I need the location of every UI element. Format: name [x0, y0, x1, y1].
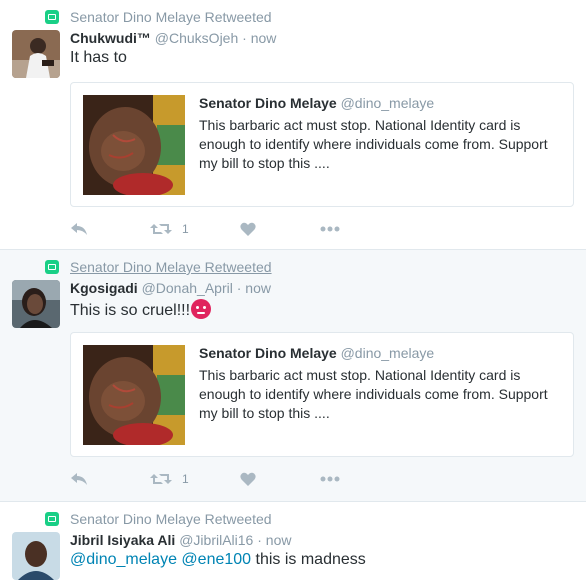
separator: · — [242, 30, 247, 46]
retweeted-icon — [45, 512, 59, 526]
more-button[interactable] — [320, 476, 340, 482]
retweet-context: Senator Dino Melaye Retweeted — [45, 9, 272, 25]
quoted-author-name[interactable]: Senator Dino Melaye — [199, 95, 337, 111]
avatar[interactable] — [12, 280, 60, 328]
quoted-author-handle[interactable]: @dino_melaye — [341, 345, 435, 361]
reply-icon — [71, 473, 87, 485]
mention-link[interactable]: @dino_melaye — [70, 551, 177, 568]
retweet-context-label[interactable]: Senator Dino Melaye Retweeted — [70, 259, 272, 275]
tweet-header: Kgosigadi @Donah_April · now — [70, 280, 271, 296]
quoted-author-handle[interactable]: @dino_melaye — [341, 95, 435, 111]
tweet-header: Chukwudi™ @ChuksOjeh · now — [70, 30, 276, 46]
reply-button[interactable] — [70, 222, 150, 236]
tweet-actions: 1 — [70, 219, 340, 239]
timestamp[interactable]: now — [251, 30, 277, 46]
retweeted-icon — [45, 260, 59, 274]
retweet-button[interactable]: 1 — [150, 222, 240, 236]
more-icon — [320, 476, 340, 482]
tweet-actions: 1 — [70, 469, 340, 489]
retweet-count: 1 — [182, 222, 189, 236]
like-button[interactable] — [240, 222, 320, 236]
like-button[interactable] — [240, 472, 320, 486]
author-name[interactable]: Chukwudi™ — [70, 30, 151, 46]
reply-icon — [71, 223, 87, 235]
author-handle[interactable]: @JibrilAli16 — [179, 532, 253, 548]
retweet-context-label[interactable]: Senator Dino Melaye Retweeted — [70, 9, 272, 25]
quoted-tweet-photo[interactable] — [83, 345, 185, 445]
mention-link[interactable]: @ene100 — [181, 551, 251, 568]
tweet[interactable]: Senator Dino Melaye Retweeted Jibril Isi… — [0, 502, 586, 580]
quoted-tweet-photo[interactable] — [83, 95, 185, 195]
quoted-tweet-header: Senator Dino Melaye @dino_melaye — [199, 345, 434, 361]
retweet-icon — [150, 474, 172, 484]
retweet-icon — [150, 224, 172, 234]
quoted-tweet-header: Senator Dino Melaye @dino_melaye — [199, 95, 434, 111]
quoted-tweet-text: This barbaric act must stop. National Id… — [199, 367, 548, 421]
tweet[interactable]: Senator Dino Melaye Retweeted Chukwudi™ … — [0, 0, 586, 250]
author-handle[interactable]: @ChuksOjeh — [155, 30, 238, 46]
tweet-text: this is madness — [251, 551, 366, 568]
more-button[interactable] — [320, 226, 340, 232]
separator: · — [257, 532, 262, 548]
tweet-text-line: @dino_melaye @ene100 this is madness — [70, 551, 366, 569]
separator: · — [236, 280, 242, 296]
retweet-count: 1 — [182, 472, 189, 486]
tweet-text: This is so cruel!!! — [70, 302, 191, 319]
retweeted-icon — [45, 10, 59, 24]
tweet-header: Jibril Isiyaka Ali @JibrilAli16 · now — [70, 532, 291, 548]
avatar[interactable] — [12, 30, 60, 78]
avatar[interactable] — [12, 532, 60, 580]
angry-face-icon — [191, 299, 212, 319]
like-icon — [240, 472, 256, 486]
reply-button[interactable] — [70, 472, 150, 486]
tweet-text: It has to — [70, 49, 127, 66]
tweet[interactable]: Senator Dino Melaye Retweeted Kgosigadi … — [0, 250, 586, 502]
retweet-button[interactable]: 1 — [150, 472, 240, 486]
quoted-tweet-text: This barbaric act must stop. National Id… — [199, 117, 548, 171]
quoted-tweet[interactable]: Senator Dino Melaye @dino_melaye This ba… — [70, 82, 574, 207]
timestamp[interactable]: now — [245, 280, 271, 296]
tweet-text-line: This is so cruel!!! — [70, 299, 212, 320]
retweet-context: Senator Dino Melaye Retweeted — [45, 259, 272, 275]
author-name[interactable]: Kgosigadi — [70, 280, 138, 296]
author-handle[interactable]: @Donah_April — [142, 280, 233, 296]
quoted-author-name[interactable]: Senator Dino Melaye — [199, 345, 337, 361]
retweet-context-label[interactable]: Senator Dino Melaye Retweeted — [70, 511, 272, 527]
retweet-context: Senator Dino Melaye Retweeted — [45, 511, 272, 527]
more-icon — [320, 226, 340, 232]
quoted-tweet[interactable]: Senator Dino Melaye @dino_melaye This ba… — [70, 332, 574, 457]
timestamp[interactable]: now — [266, 532, 292, 548]
author-name[interactable]: Jibril Isiyaka Ali — [70, 532, 175, 548]
like-icon — [240, 222, 256, 236]
